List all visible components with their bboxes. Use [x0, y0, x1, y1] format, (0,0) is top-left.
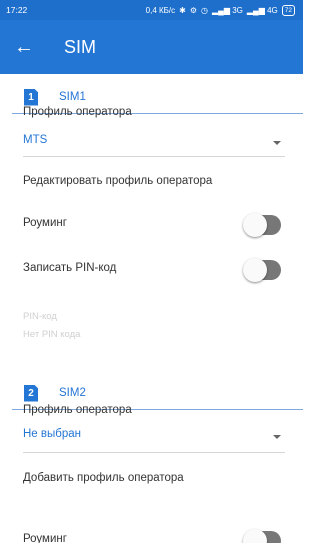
operator-profile-label: Профиль оператора — [23, 106, 132, 118]
bluetooth-icon: ✱ — [179, 5, 186, 15]
signal-3g-icon: ▂▄▆ 3G — [212, 5, 243, 15]
sim1-pin-item: PIN-код Нет PIN кода — [23, 311, 285, 351]
signal-4g-icon: ▂▄▆ 4G — [246, 5, 278, 15]
toggle-knob — [243, 258, 267, 282]
select-underline — [23, 156, 285, 157]
toggle-knob — [243, 213, 267, 237]
sim1-operator-profile-select[interactable]: Профиль оператора MTS — [23, 106, 285, 158]
operator-profile-label: Профиль оператора — [23, 404, 132, 416]
status-bar: 17:22 0,4 КБ/с ✱ ⚙ ◷ ▂▄▆ 3G ▂▄▆ 4G 72 — [0, 0, 303, 20]
sim2-roaming-row: Роуминг — [23, 525, 285, 543]
page-title: SIM — [64, 36, 97, 57]
sim1-save-pin-row: Записать PIN-код — [23, 256, 285, 284]
operator-profile-value: MTS — [23, 134, 48, 146]
sim-card-icon: 2 — [24, 384, 38, 402]
app-bar: ← SIM — [0, 20, 303, 74]
sim2-title: SIM2 — [59, 387, 86, 399]
sim-card-icon: 1 — [24, 88, 38, 106]
battery-icon: 72 — [281, 4, 295, 16]
pin-label: PIN-код — [23, 311, 57, 322]
operator-profile-value: Не выбран — [23, 428, 81, 440]
network-speed: 0,4 КБ/с — [145, 5, 176, 15]
edit-profile-label: Редактировать профиль оператора — [23, 175, 213, 187]
chevron-down-icon — [273, 435, 281, 439]
pin-value: Нет PIN кода — [23, 329, 81, 340]
back-arrow-icon[interactable]: ← — [14, 37, 50, 57]
status-time: 17:22 — [6, 5, 28, 15]
status-icons: 0,4 КБ/с ✱ ⚙ ◷ ▂▄▆ 3G ▂▄▆ 4G 72 — [145, 4, 295, 16]
save-pin-label: Записать PIN-код — [23, 262, 117, 274]
toggle-knob — [243, 529, 267, 543]
sim2-roaming-toggle[interactable] — [243, 529, 281, 543]
sim1-roaming-row: Роуминг — [23, 209, 285, 237]
sim1-save-pin-toggle[interactable] — [243, 258, 281, 282]
sim2-add-profile-item[interactable]: Добавить профиль оператора — [23, 472, 285, 492]
add-profile-label: Добавить профиль оператора — [23, 472, 184, 484]
sim1-title: SIM1 — [59, 91, 86, 103]
sim1-roaming-toggle[interactable] — [243, 213, 281, 237]
alarm-icon: ◷ — [201, 5, 209, 15]
settings-icon: ⚙ — [189, 5, 198, 15]
select-underline — [23, 452, 285, 453]
sim2-operator-profile-select[interactable]: Профиль оператора Не выбран — [23, 404, 285, 456]
chevron-down-icon — [273, 141, 281, 145]
sim1-edit-profile-item[interactable]: Редактировать профиль оператора — [23, 175, 285, 195]
roaming-label: Роуминг — [23, 533, 67, 543]
roaming-label: Роуминг — [23, 217, 67, 229]
